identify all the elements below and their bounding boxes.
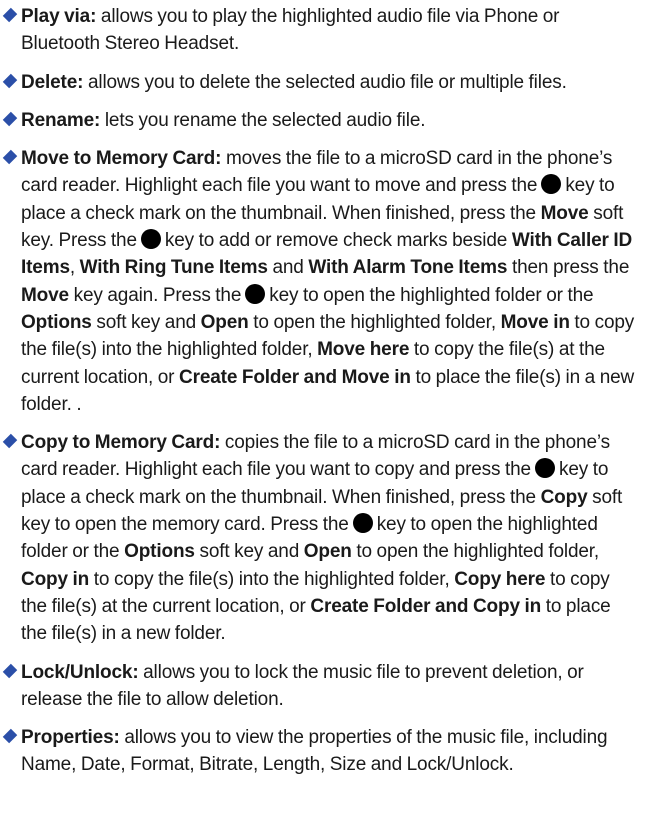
item-text: soft key and — [96, 311, 197, 333]
item-keyword: With Ring Tune Items — [79, 257, 268, 279]
item-keyword: Open — [303, 541, 352, 563]
item-keyword: With Alarm Tone Items — [308, 257, 508, 279]
item-keyword: Copy — [540, 486, 588, 508]
item-keyword: Open — [200, 311, 249, 333]
item-term: Move to Memory Card: — [21, 148, 222, 170]
item-text: to open the highlighted folder, — [253, 311, 496, 333]
item-keyword: Create Folder and Move in — [179, 366, 411, 388]
item-text: and — [272, 257, 304, 279]
item-term: Delete: — [21, 71, 84, 93]
select-key-icon — [541, 174, 562, 195]
item-keyword: Options — [21, 311, 92, 333]
select-key-icon — [534, 458, 555, 479]
item-keyword: Create Folder and Copy in — [310, 595, 542, 617]
document-page: Play via: allows you to play the highlig… — [0, 3, 649, 779]
item-text: allows you to delete the selected audio … — [87, 71, 567, 93]
item-text: to open the highlighted folder, — [356, 541, 600, 563]
select-key-icon — [352, 513, 373, 534]
list-item-copy-to-memory-card: Copy to Memory Card: copies the file to … — [0, 429, 635, 647]
item-keyword: Copy in — [21, 568, 90, 590]
list-item-delete: Delete: allows you to delete the selecte… — [0, 69, 635, 96]
item-text: soft key and — [199, 541, 300, 563]
item-keyword: Move — [540, 202, 589, 224]
item-text: allows you to play the highlighted audio… — [21, 6, 560, 55]
item-text: lets you rename the selected audio file. — [104, 109, 426, 131]
item-text: to copy the file(s) into the highlighted… — [93, 568, 450, 590]
list-item-rename: Rename: lets you rename the selected aud… — [0, 107, 635, 134]
item-keyword: Move — [21, 284, 69, 306]
item-text: key to add or remove check marks beside — [164, 230, 508, 252]
item-term: Rename: — [21, 109, 101, 131]
item-keyword: Options — [124, 541, 195, 563]
item-keyword: Copy here — [454, 568, 546, 590]
select-key-icon — [140, 229, 161, 250]
item-term: Lock/Unlock: — [21, 661, 139, 683]
item-keyword: Move in — [500, 311, 570, 333]
item-text: then press the — [511, 257, 630, 279]
item-term: Copy to Memory Card: — [21, 432, 221, 454]
item-term: Properties: — [21, 727, 120, 749]
item-term: Play via: — [21, 6, 97, 27]
item-text: key to open the highlighted folder or th… — [269, 284, 594, 306]
list-item-play-via: Play via: allows you to play the highlig… — [0, 3, 635, 58]
list-item-move-to-memory-card: Move to Memory Card: moves the file to a… — [0, 145, 635, 418]
item-text: , — [69, 257, 76, 279]
select-key-icon — [245, 283, 266, 304]
list-item-lock-unlock: Lock/Unlock: allows you to lock the musi… — [0, 659, 635, 714]
list-item-properties: Properties: allows you to view the prope… — [0, 724, 635, 779]
item-keyword: Move here — [317, 339, 410, 361]
item-text: key again. Press the — [73, 284, 242, 306]
